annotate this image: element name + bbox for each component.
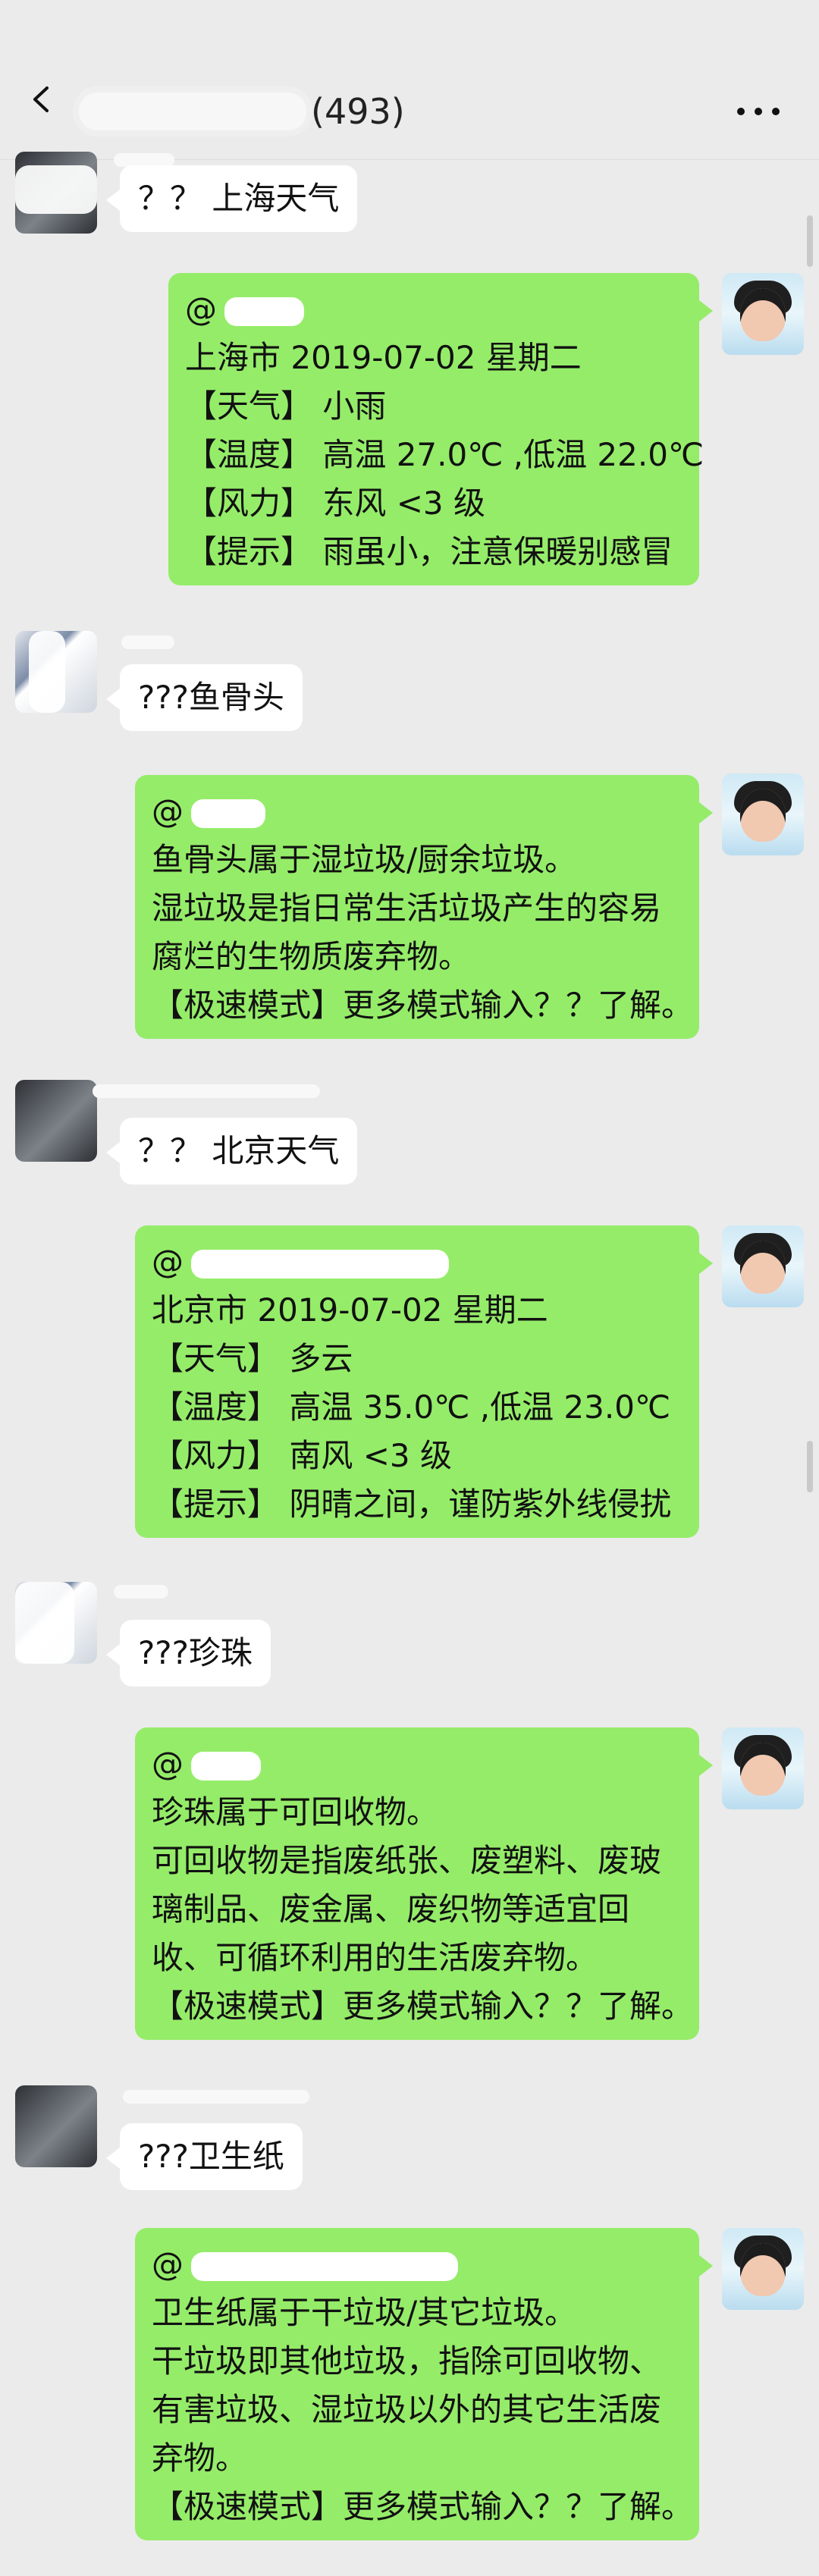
chat-title: (493) <box>79 85 405 138</box>
message-line: 【极速模式】更多模式输入？？了解。 <box>152 2488 694 2525</box>
message-bubble-incoming[interactable]: ???珍珠 <box>106 1620 271 1686</box>
message-bubble-outgoing[interactable]: @ 上海市 2019-07-02 星期二 【天气】 小雨 【温度】 高温 27.… <box>168 273 713 585</box>
back-button[interactable] <box>26 83 58 115</box>
message-line: 【风力】 东风 <3 级 <box>185 485 485 522</box>
self-avatar[interactable] <box>722 273 804 355</box>
mention-row: @ <box>152 787 682 836</box>
mention-row: @ <box>185 285 682 334</box>
message-line: 【温度】 高温 27.0℃ ,低温 22.0℃ <box>185 436 704 473</box>
self-avatar[interactable] <box>722 1225 804 1307</box>
message-line: 上海市 2019-07-02 星期二 <box>185 339 582 376</box>
mention-redaction <box>191 1752 261 1781</box>
sender-avatar[interactable] <box>15 152 97 234</box>
chat-header: (493) <box>0 0 819 160</box>
message-line: 可回收物是指废纸张、废塑料、废玻 <box>152 1842 662 1879</box>
mention-symbol: @ <box>152 1745 184 1782</box>
mention-redaction <box>191 2252 458 2281</box>
message-line: 湿垃圾是指日常生活垃圾产生的容易 <box>152 890 662 927</box>
message-bubble-incoming[interactable]: ？？ 上海天气 <box>105 165 358 232</box>
message-line: 珍珠属于可回收物。 <box>152 1793 439 1831</box>
message-bubble-incoming[interactable]: ???鱼骨头 <box>106 664 303 731</box>
more-icon-dot <box>772 108 780 115</box>
message-text: ？？ 北京天气 <box>138 1132 340 1169</box>
mention-symbol: @ <box>185 290 217 328</box>
more-button[interactable] <box>726 89 790 132</box>
avatar-face <box>740 1743 786 1796</box>
message-bubble-outgoing[interactable]: @ 鱼骨头属于湿垃圾/厨余垃圾。 湿垃圾是指日常生活垃圾产生的容易 腐烂的生物质… <box>135 775 713 1039</box>
message-line: 鱼骨头属于湿垃圾/厨余垃圾。 <box>152 841 577 878</box>
message-line: 干垃圾即其他垃圾，指除可回收物、 <box>152 2342 662 2380</box>
avatar-redaction <box>15 1582 74 1664</box>
sender-avatar[interactable] <box>15 2085 97 2167</box>
message-bubble-outgoing[interactable]: @ 北京市 2019-07-02 星期二 【天气】 多云 【温度】 高温 35.… <box>135 1225 713 1538</box>
message-line: 【提示】 阴晴之间，谨防紫外线侵扰 <box>152 1486 672 1523</box>
message-bubble-outgoing[interactable]: @ 卫生纸属于干垃圾/其它垃圾。 干垃圾即其他垃圾，指除可回收物、 有害垃圾、湿… <box>135 2228 713 2540</box>
avatar-face <box>740 288 786 341</box>
scrollbar-thumb[interactable] <box>807 215 813 267</box>
message-text: ???珍珠 <box>138 1634 253 1671</box>
message-text: ???卫生纸 <box>138 2138 284 2175</box>
message-bubble-outgoing[interactable]: @ 珍珠属于可回收物。 可回收物是指废纸张、废塑料、废玻 璃制品、废金属、废织物… <box>135 1727 713 2040</box>
sender-avatar[interactable] <box>15 1080 97 1162</box>
mention-row: @ <box>152 1740 682 1788</box>
mention-symbol: @ <box>152 2245 184 2283</box>
avatar-face <box>740 2243 786 2296</box>
message-text: ???鱼骨头 <box>138 679 284 716</box>
message-line: 【风力】 南风 <3 级 <box>152 1437 452 1474</box>
more-icon-dot <box>737 108 745 115</box>
self-avatar[interactable] <box>722 773 804 855</box>
mention-symbol: @ <box>152 792 184 830</box>
message-line: 弃物。 <box>152 2440 248 2477</box>
message-bubble-incoming[interactable]: ？？ 北京天气 <box>105 1118 358 1184</box>
avatar-face <box>740 1241 786 1294</box>
message-line: 北京市 2019-07-02 星期二 <box>152 1291 548 1329</box>
mention-row: @ <box>152 1238 682 1286</box>
avatar-redaction <box>15 165 97 214</box>
message-line: 卫生纸属于干垃圾/其它垃圾。 <box>152 2294 577 2331</box>
sender-name-redaction <box>114 1585 168 1599</box>
message-line: 【温度】 高温 35.0℃ ,低温 23.0℃ <box>152 1388 671 1426</box>
sender-name-redaction <box>121 635 174 649</box>
message-line: 腐烂的生物质废弃物。 <box>152 938 471 975</box>
sender-name-redaction <box>93 1084 320 1098</box>
sender-avatar[interactable] <box>15 1582 97 1664</box>
message-text: ？？ 上海天气 <box>138 180 340 217</box>
message-line: 【极速模式】更多模式输入？？了解。 <box>152 1988 694 2025</box>
message-line: 【天气】 小雨 <box>185 387 387 425</box>
more-icon-dot <box>755 108 762 115</box>
mention-row: @ <box>152 2240 682 2289</box>
message-line: 有害垃圾、湿垃圾以外的其它生活废 <box>152 2391 662 2428</box>
message-line: 【极速模式】更多模式输入？？了解。 <box>152 987 694 1024</box>
message-bubble-incoming[interactable]: ???卫生纸 <box>106 2123 303 2190</box>
message-line: 璃制品、废金属、废织物等适宜回 <box>152 1890 630 1928</box>
message-line: 【天气】 多云 <box>152 1340 353 1377</box>
redacted-group-name <box>79 93 306 130</box>
chevron-left-icon <box>33 86 49 112</box>
scrollbar-thumb[interactable] <box>807 1441 813 1492</box>
sender-name-redaction <box>123 2090 309 2104</box>
mention-redaction <box>191 1250 449 1279</box>
mention-redaction <box>224 297 304 326</box>
mention-symbol: @ <box>152 1243 184 1280</box>
mention-redaction <box>191 799 265 828</box>
self-avatar[interactable] <box>722 2228 804 2310</box>
sender-avatar[interactable] <box>15 631 97 713</box>
message-line: 收、可循环利用的生活废弃物。 <box>152 1939 598 1976</box>
message-line: 【提示】 雨虽小，注意保暖别感冒 <box>185 533 673 570</box>
avatar-redaction <box>29 631 65 713</box>
avatar-face <box>740 789 786 842</box>
member-count: (493) <box>311 91 405 132</box>
self-avatar[interactable] <box>722 1727 804 1809</box>
